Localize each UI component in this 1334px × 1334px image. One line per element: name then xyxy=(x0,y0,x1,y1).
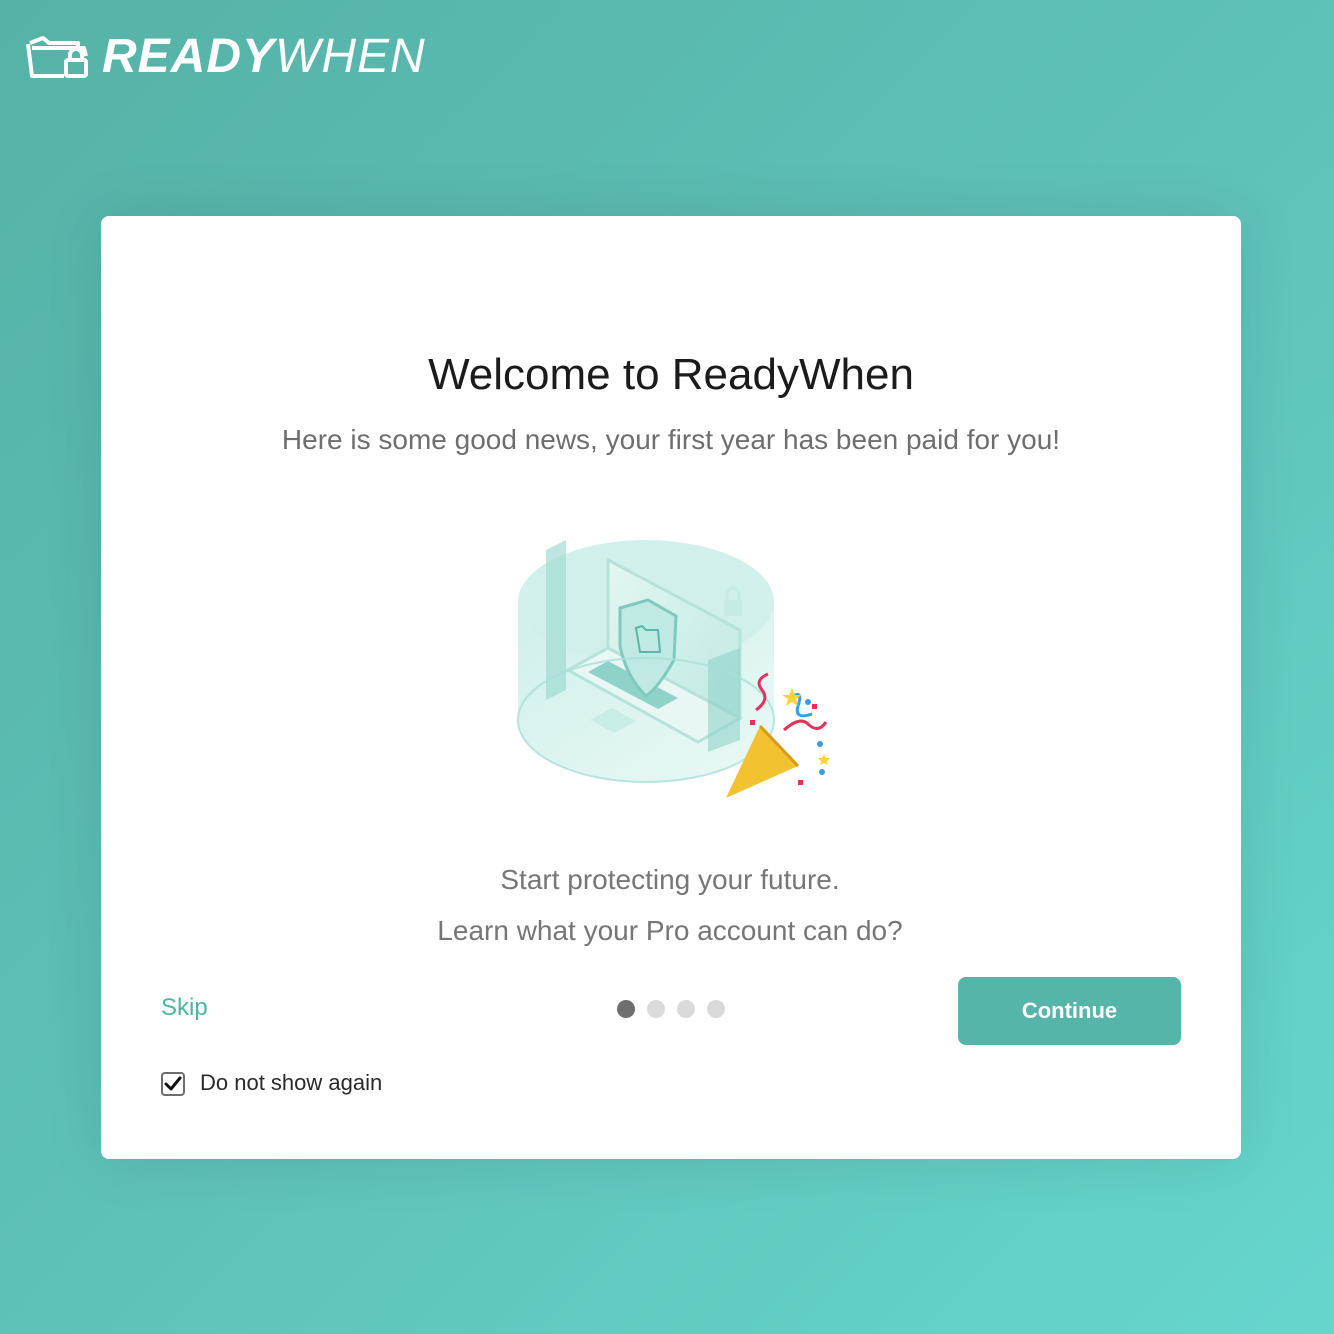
do-not-show-again-label: Do not show again xyxy=(200,1070,383,1095)
folder-lock-icon xyxy=(26,36,88,78)
welcome-line-2: Learn what your Pro account can do? xyxy=(437,915,903,946)
pagination-dot-2[interactable] xyxy=(647,1000,665,1018)
brand-name-light: WHEN xyxy=(275,30,426,83)
welcome-line-1: Start protecting your future. xyxy=(500,864,840,895)
pagination-dots xyxy=(617,1000,725,1018)
pagination-dot-1[interactable] xyxy=(617,1000,635,1018)
laptop-shield-party-icon xyxy=(517,540,830,798)
welcome-subtitle: Here is some good news, your first year … xyxy=(281,424,1061,455)
continue-button[interactable]: Continue xyxy=(958,977,1181,1045)
brand-wordmark: READYWHEN xyxy=(102,32,426,82)
do-not-show-again-checkbox[interactable] xyxy=(161,1072,185,1096)
welcome-title: Welcome to ReadyWhen xyxy=(428,350,914,399)
checkmark-icon xyxy=(164,1076,182,1091)
brand-logo: READYWHEN xyxy=(26,32,426,82)
pagination-dot-4[interactable] xyxy=(707,1000,725,1018)
brand-name-bold: READY xyxy=(102,30,276,83)
skip-link[interactable]: Skip xyxy=(161,994,208,1022)
pagination-dot-3[interactable] xyxy=(677,1000,695,1018)
